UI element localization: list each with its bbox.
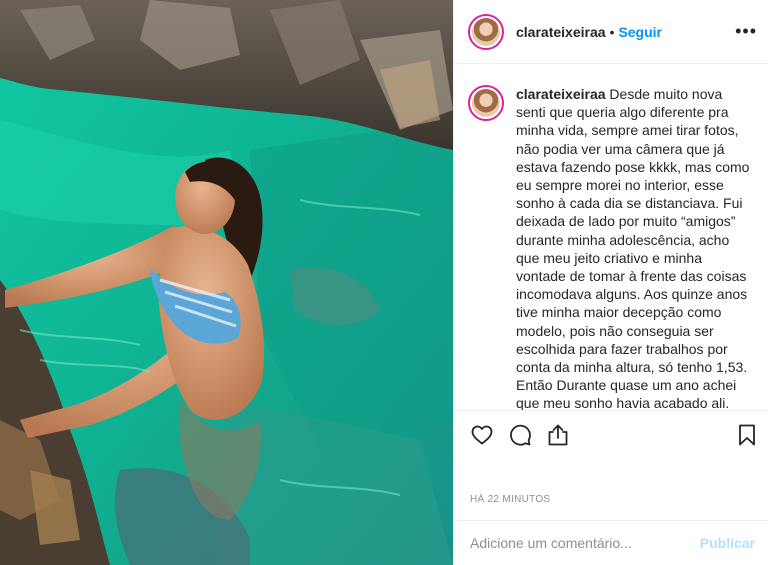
more-options-icon[interactable]: ••• [735, 22, 757, 40]
bookmark-icon[interactable] [735, 423, 759, 447]
separator-dot: • [609, 23, 615, 40]
heart-icon[interactable] [470, 423, 494, 447]
avatar-image [472, 17, 500, 46]
caption-text: Desde muito nova senti que queria algo d… [516, 86, 750, 410]
avatar[interactable] [468, 13, 504, 50]
post-photo[interactable] [0, 0, 453, 565]
caption-avatar[interactable] [468, 85, 504, 121]
post-timestamp[interactable]: HÁ 22 MINUTOS [470, 494, 550, 505]
action-bar [454, 410, 768, 456]
header-username[interactable]: clarateixeiraa [516, 24, 606, 40]
comment-input[interactable] [470, 535, 700, 551]
caption-username[interactable]: clarateixeiraa [516, 86, 606, 102]
share-icon[interactable] [546, 423, 570, 447]
post-caption: clarateixeiraa Desde muito nova senti qu… [516, 85, 755, 410]
comment-icon[interactable] [508, 423, 532, 447]
avatar-image [472, 89, 500, 117]
post-sidebar: clarateixeiraa • Seguir ••• clarateixeir… [453, 0, 768, 565]
caption-section: clarateixeiraa Desde muito nova senti qu… [454, 65, 768, 410]
publish-button[interactable]: Publicar [700, 535, 755, 551]
post-image [0, 0, 453, 565]
follow-button[interactable]: Seguir [618, 24, 662, 40]
post-header: clarateixeiraa • Seguir ••• [454, 0, 768, 64]
comment-form: Publicar [454, 520, 768, 565]
